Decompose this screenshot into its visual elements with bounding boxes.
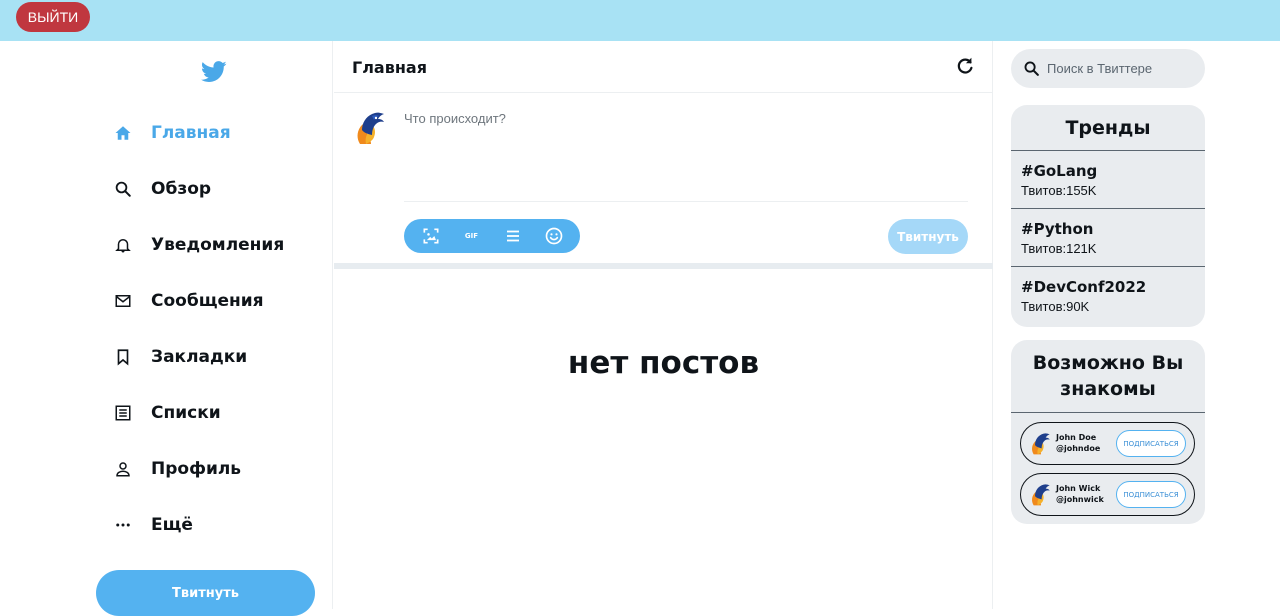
avatar [1032,484,1050,506]
home-icon [112,122,134,144]
sidebar-item-label: Главная [151,123,231,143]
logout-button[interactable]: ВЫЙТИ [16,2,90,32]
search-input[interactable] [1047,61,1197,76]
bookmark-icon [112,346,134,368]
sidebar-item-label: Профиль [151,459,242,479]
sidebar-item-label: Закладки [151,347,248,367]
sidebar-item-label: Ещё [151,515,193,535]
compose-divider [404,201,968,202]
trends-title: Тренды [1011,105,1205,151]
more-icon [112,514,134,536]
user-handle: @johndoe [1056,444,1101,453]
user-name: John Wick [1056,484,1101,493]
mail-icon [112,290,134,312]
sidebar: Главная Обзор Уведомления Сообщения Закл… [0,41,333,616]
image-icon[interactable] [418,223,444,249]
sidebar-tweet-button[interactable]: Твитнуть [96,570,315,616]
trends-panel: Тренды #GoLang Твитов:155K #Python Твито… [1011,105,1205,327]
trend-count: Твитов:155K [1021,183,1097,198]
trend-item[interactable]: #DevConf2022 Твитов:90K [1011,267,1205,325]
trend-item[interactable]: #Python Твитов:121K [1011,209,1205,267]
sidebar-item-more[interactable]: Ещё [112,505,193,545]
trend-item[interactable]: #GoLang Твитов:155K [1011,151,1205,209]
sidebar-item-notifications[interactable]: Уведомления [112,225,284,265]
sidebar-item-explore[interactable]: Обзор [112,169,211,209]
follow-button[interactable]: ПОДПИСАТЬСЯ [1116,430,1186,457]
avatar [1032,433,1050,455]
trend-tag: #GoLang [1021,162,1098,180]
main-feed: Главная GIF Твитнуть нет постов [334,41,993,609]
search-icon [112,178,134,200]
who-to-follow-title: Возможно Вы знакомы [1011,340,1205,413]
sidebar-item-messages[interactable]: Сообщения [112,281,264,321]
suggested-user-card[interactable]: John Doe @johndoe ПОДПИСАТЬСЯ [1020,422,1195,465]
user-handle: @johnwick [1056,495,1104,504]
compose-tweet-button[interactable]: Твитнуть [888,219,968,254]
emoji-icon[interactable] [541,223,567,249]
who-to-follow-panel: Возможно Вы знакомы John Doe @johndoe ПО… [1011,340,1205,524]
bell-icon [112,234,134,256]
refresh-icon[interactable] [954,55,976,77]
suggested-user-card[interactable]: John Wick @johnwick ПОДПИСАТЬСЯ [1020,473,1195,516]
sidebar-item-label: Списки [151,403,221,423]
sidebar-item-profile[interactable]: Профиль [112,449,241,489]
sidebar-item-lists[interactable]: Списки [112,393,221,433]
search-icon [1024,61,1039,76]
trend-count: Твитов:90K [1021,299,1090,314]
page-title: Главная [352,58,427,77]
sidebar-item-bookmarks[interactable]: Закладки [112,337,247,377]
trend-tag: #DevConf2022 [1021,278,1147,296]
list-icon [112,402,134,424]
feed-header: Главная [334,41,993,93]
poll-icon[interactable] [500,223,526,249]
trend-count: Твитов:121K [1021,241,1097,256]
gif-icon[interactable]: GIF [459,223,485,249]
sidebar-item-label: Уведомления [151,235,285,255]
sidebar-item-label: Обзор [151,179,212,199]
feed-divider [334,263,993,269]
empty-feed-text: нет постов [567,345,760,381]
profile-icon [112,458,134,480]
user-name: John Doe [1056,433,1097,442]
sidebar-item-home[interactable]: Главная [112,113,231,153]
twitter-logo-icon[interactable] [201,61,227,83]
sidebar-item-label: Сообщения [151,291,264,311]
search-box[interactable] [1011,49,1205,88]
gif-label: GIF [464,232,479,240]
compose-toolbar: GIF [404,219,580,253]
trend-tag: #Python [1021,220,1094,238]
top-bar: ВЫЙТИ [0,0,1280,41]
follow-button[interactable]: ПОДПИСАТЬСЯ [1116,481,1186,508]
user-avatar[interactable] [350,108,386,146]
compose-input[interactable] [404,111,964,201]
